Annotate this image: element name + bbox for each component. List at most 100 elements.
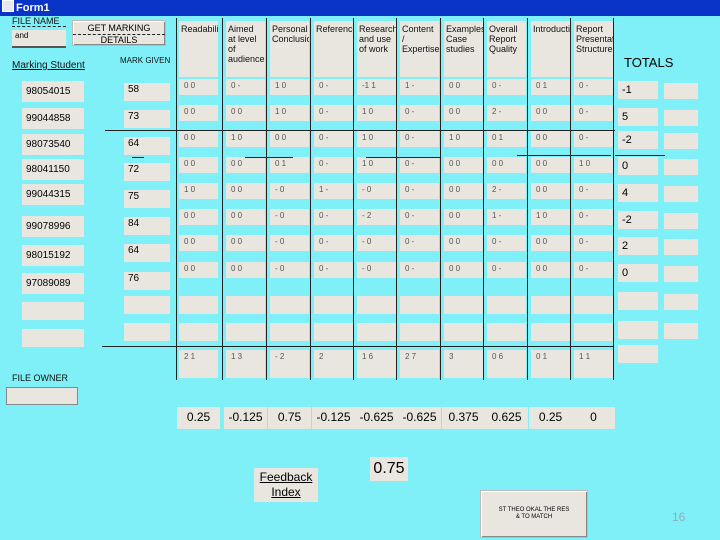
score-cell[interactable]: 0 - [574,131,613,147]
score-cell-empty[interactable] [444,323,483,341]
score-cell[interactable]: 1 0 [357,131,396,147]
bottom-action-button[interactable]: ST THEO OKAL THE RES & TO MATCH [480,490,588,538]
score-cell[interactable]: 0 - [487,235,526,251]
score-cell[interactable]: 0 0 [226,157,265,173]
mark-given[interactable]: 76 [124,272,170,290]
score-cell[interactable]: 0 0 [226,262,265,278]
score-cell-empty[interactable] [226,296,265,314]
student-id[interactable]: 98041150 [22,159,84,180]
score-cell[interactable]: 1 - [487,209,526,225]
score-cell-empty[interactable] [531,323,570,341]
score-cell[interactable]: 0 0 [179,131,218,147]
score-cell[interactable]: 1 0 [270,105,309,121]
student-id[interactable]: 98015192 [22,245,84,266]
mark-given[interactable]: 73 [124,110,170,128]
score-cell[interactable]: 0 1 [487,131,526,147]
score-cell[interactable]: 0 0 [444,183,483,199]
score-cell-empty[interactable] [357,323,396,341]
score-cell[interactable]: 0 0 [179,235,218,251]
score-cell[interactable]: 0 0 [531,131,570,147]
score-cell[interactable]: 1 0 [531,209,570,225]
score-cell[interactable]: 0 - [314,157,353,173]
score-cell[interactable]: 0 - [314,79,353,95]
score-cell[interactable]: 1 0 [226,131,265,147]
score-cell[interactable]: - 0 [357,262,396,278]
score-cell[interactable]: 0 - [487,79,526,95]
score-cell-empty[interactable] [444,296,483,314]
score-cell[interactable]: 0 - [314,105,353,121]
mark-given[interactable]: 64 [124,137,170,155]
score-cell[interactable]: 0 0 [444,262,483,278]
score-cell[interactable]: 2 - [487,105,526,121]
score-cell[interactable]: 0 0 [270,131,309,147]
score-cell[interactable]: 0 0 [179,262,218,278]
score-cell-empty[interactable] [487,296,526,314]
score-cell[interactable]: 0 - [314,131,353,147]
score-cell-empty[interactable] [574,323,613,341]
mark-given-empty[interactable] [124,296,170,314]
score-cell[interactable]: 0 - [574,105,613,121]
score-cell[interactable]: 0 0 [531,262,570,278]
score-cell[interactable]: 1 0 [179,183,218,199]
score-cell[interactable]: 2 - [487,183,526,199]
score-cell[interactable]: 0 - [400,209,439,225]
score-cell[interactable]: 0 0 [179,79,218,95]
score-cell[interactable]: - 0 [357,183,396,199]
score-cell[interactable]: 0 0 [226,235,265,251]
score-cell[interactable]: 0 0 [226,209,265,225]
score-cell[interactable]: - 2 [357,209,396,225]
score-cell-empty[interactable] [357,296,396,314]
score-cell[interactable]: 0 - [400,262,439,278]
mark-given[interactable]: 72 [124,163,170,181]
score-cell[interactable]: - 0 [270,262,309,278]
score-cell[interactable]: 0 0 [179,209,218,225]
score-cell-empty[interactable] [400,296,439,314]
score-cell[interactable]: 0 - [574,262,613,278]
score-cell[interactable]: 0 0 [444,209,483,225]
score-cell-empty[interactable] [270,296,309,314]
score-cell[interactable]: 0 - [400,157,439,173]
score-cell[interactable]: 0 - [574,235,613,251]
student-id[interactable]: 98054015 [22,81,84,102]
score-cell-empty[interactable] [574,296,613,314]
mark-given[interactable]: 75 [124,190,170,208]
mark-given[interactable]: 84 [124,217,170,235]
score-cell[interactable]: 0 - [314,209,353,225]
student-id[interactable]: 98073540 [22,134,84,155]
score-cell[interactable]: 1 - [314,183,353,199]
file-name-input[interactable]: and [12,30,66,48]
score-cell[interactable]: 1 - [400,79,439,95]
score-cell-empty[interactable] [314,323,353,341]
score-cell[interactable]: 0 0 [487,157,526,173]
score-cell[interactable]: 0 1 [270,157,309,173]
score-cell-empty[interactable] [487,323,526,341]
score-cell[interactable]: 1 0 [574,157,613,173]
score-cell[interactable]: 0 0 [444,105,483,121]
score-cell[interactable]: 0 - [400,183,439,199]
score-cell[interactable]: 0 0 [444,235,483,251]
score-cell-empty[interactable] [314,296,353,314]
score-cell[interactable]: 0 0 [179,105,218,121]
score-cell-empty[interactable] [226,323,265,341]
score-cell[interactable]: 0 - [574,209,613,225]
student-id[interactable]: 97089089 [22,273,84,294]
student-id-empty[interactable] [22,329,84,347]
mark-given[interactable]: 58 [124,83,170,101]
score-cell[interactable]: 0 0 [531,183,570,199]
score-cell[interactable]: - 0 [270,209,309,225]
score-cell[interactable]: 1 0 [357,105,396,121]
score-cell-empty[interactable] [179,296,218,314]
score-cell[interactable]: 0 0 [444,79,483,95]
score-cell[interactable]: 0 - [400,131,439,147]
mark-given[interactable]: 64 [124,244,170,262]
score-cell[interactable]: 0 0 [531,105,570,121]
score-cell[interactable]: 0 1 [531,79,570,95]
score-cell[interactable]: 0 0 [226,105,265,121]
score-cell[interactable]: 1 0 [444,131,483,147]
student-id-empty[interactable] [22,302,84,320]
score-cell-empty[interactable] [531,296,570,314]
score-cell-empty[interactable] [270,323,309,341]
score-cell[interactable]: 0 0 [531,157,570,173]
score-cell-empty[interactable] [400,323,439,341]
student-id[interactable]: 99044315 [22,184,84,205]
